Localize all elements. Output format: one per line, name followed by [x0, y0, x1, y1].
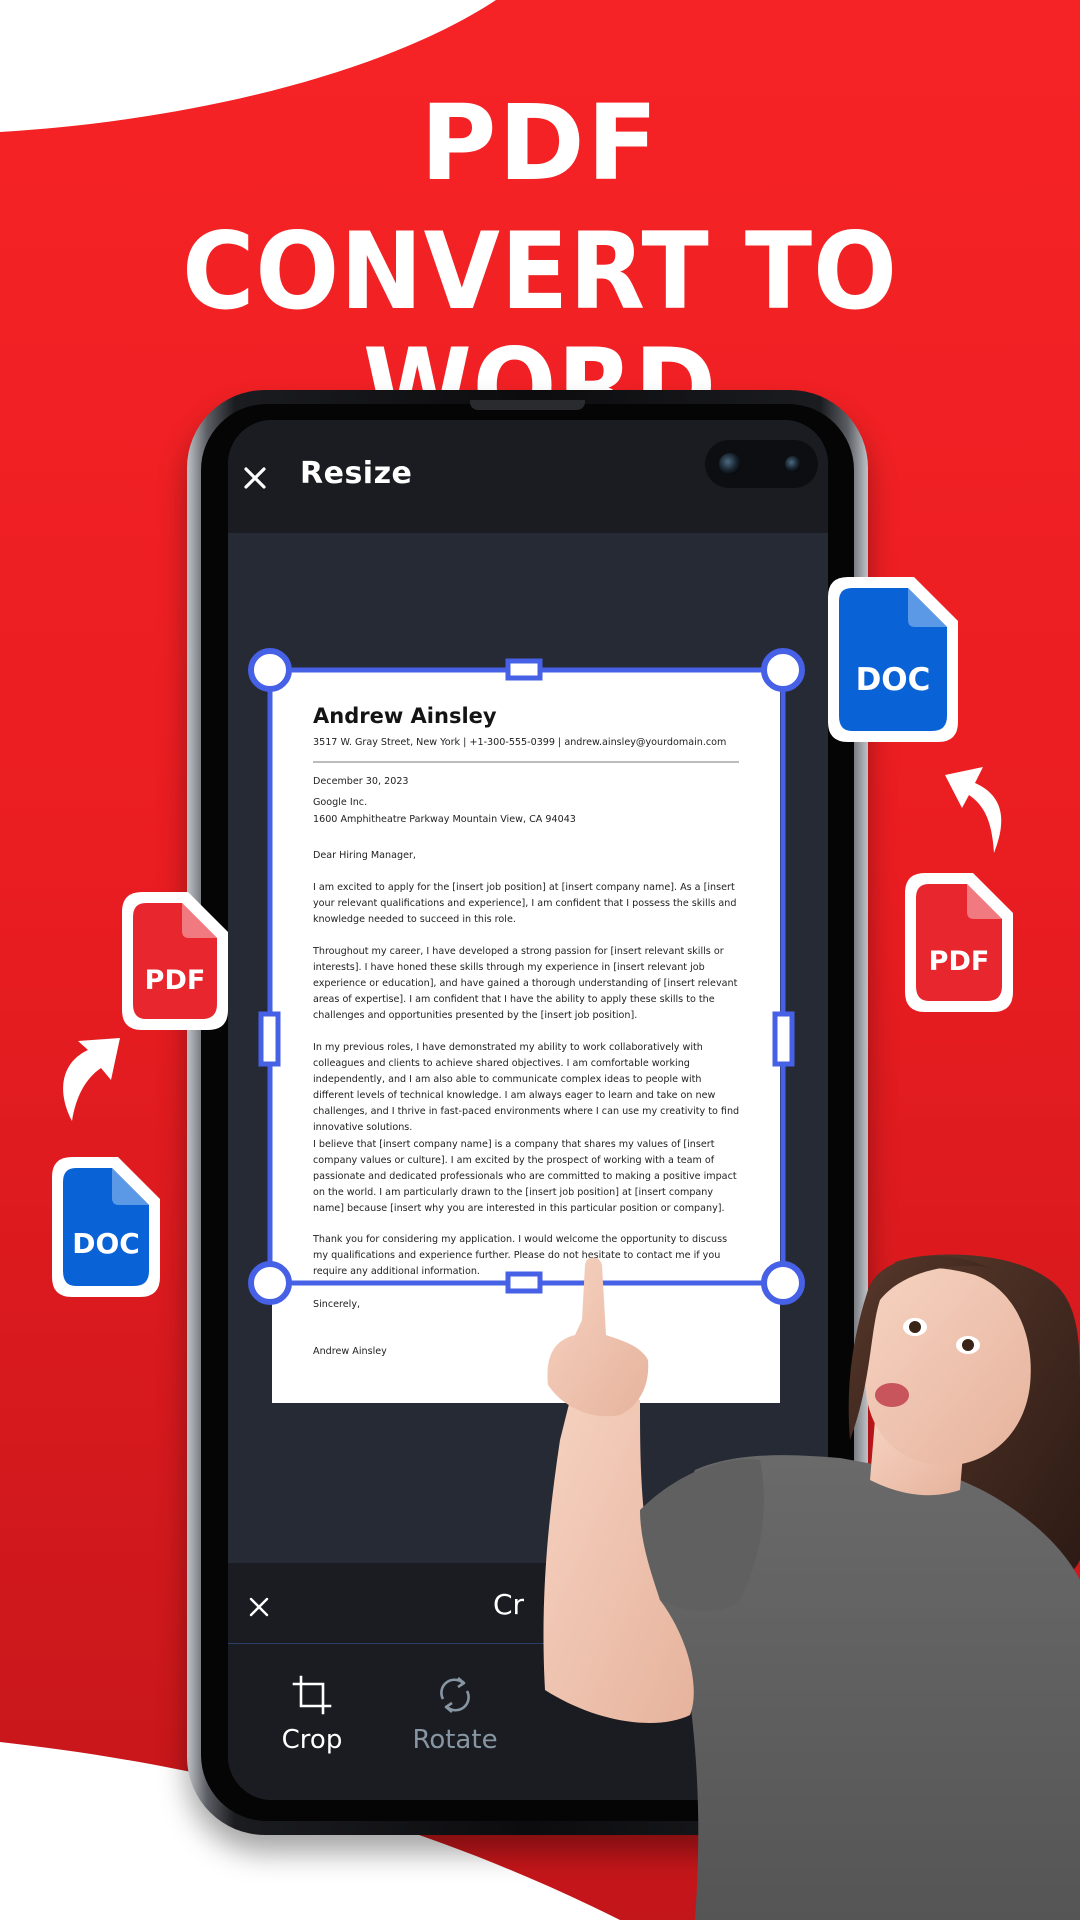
model-pupil [909, 1321, 921, 1333]
model-photo [543, 1254, 1080, 1920]
model-hand [547, 1257, 649, 1417]
model-pupil [962, 1339, 974, 1351]
model-face [863, 1267, 1031, 1466]
model-lips [875, 1383, 909, 1407]
